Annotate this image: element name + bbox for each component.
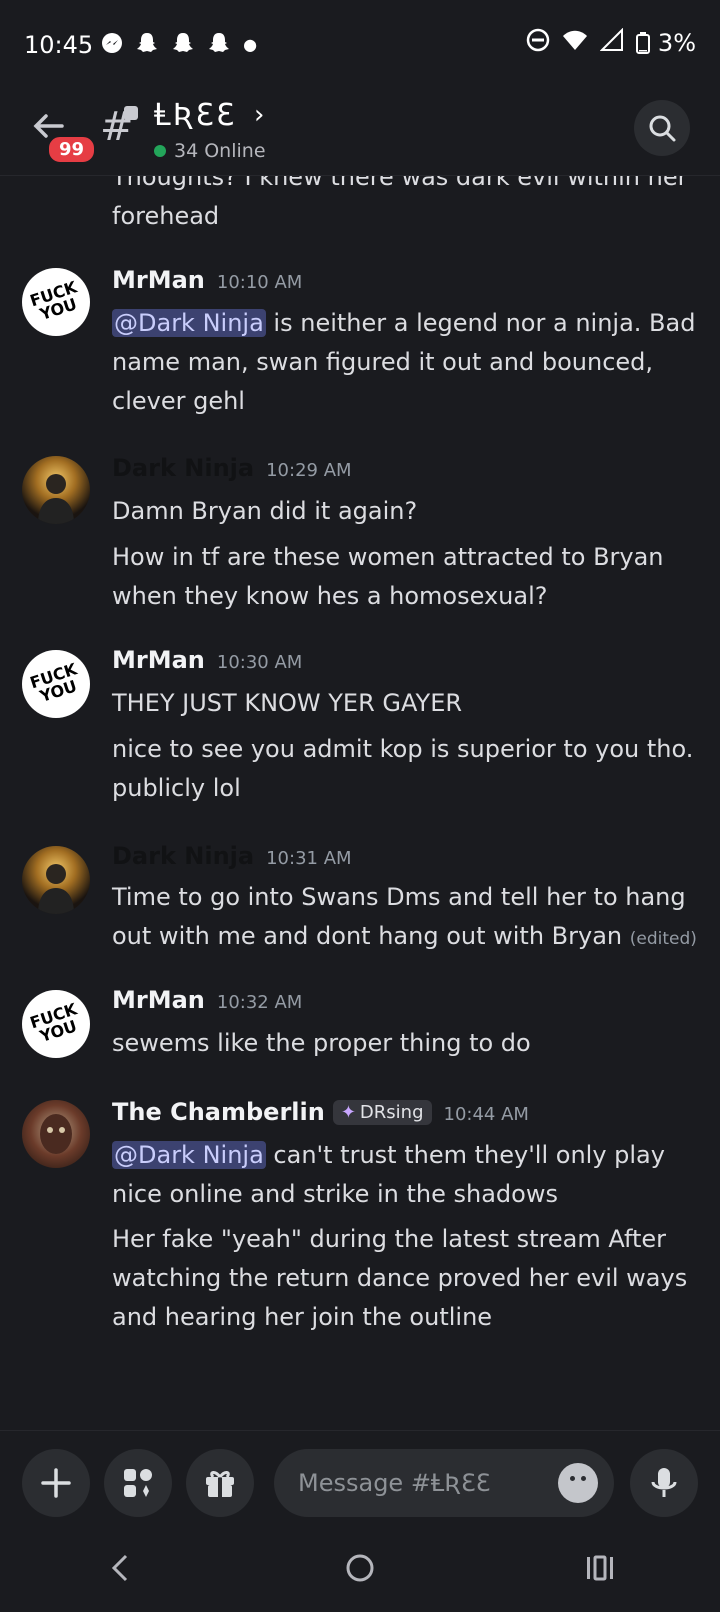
author-name[interactable]: MrMan	[112, 986, 205, 1014]
message-text: Time to go into Swans Dms and tell her t…	[112, 878, 702, 959]
battery-level: 3%	[636, 29, 696, 57]
diamond-icon: ✦	[340, 1102, 356, 1123]
online-dot	[154, 145, 166, 157]
gift-button[interactable]	[186, 1449, 254, 1517]
avatar[interactable]: FUCK YOU	[22, 268, 90, 336]
role-tag[interactable]: ✦ DRsing	[332, 1100, 432, 1125]
avatar[interactable]: FUCK YOU	[22, 650, 90, 718]
message-time: 10:29 AM	[266, 460, 352, 481]
snapchat-icon	[135, 31, 159, 60]
avatar[interactable]	[22, 846, 90, 914]
message-author[interactable]: Dark Ninja 10:31 AM	[112, 842, 352, 870]
message-text: sewems like the proper thing to do	[112, 1029, 531, 1057]
recents-icon	[587, 1555, 613, 1581]
avatar[interactable]	[22, 1100, 90, 1168]
message-text: @Dark Ninja is neither a legend nor a ni…	[112, 304, 702, 421]
system-nav-bar	[0, 1532, 720, 1612]
battery-text: 3%	[657, 29, 696, 57]
status-bar: 10:45 ● 3%	[0, 0, 720, 90]
home-circle-icon	[346, 1554, 374, 1582]
message-time: 10:32 AM	[216, 992, 303, 1013]
nav-recents-button[interactable]	[560, 1553, 640, 1591]
message-text: Damn Bryan did it again?	[112, 497, 418, 525]
composer-bar: Message #ⱠƦƐƐ	[0, 1430, 720, 1532]
user-mention[interactable]: @Dark Ninja	[112, 309, 266, 337]
plus-icon	[41, 1468, 71, 1498]
message-author[interactable]: MrMan 10:32 AM	[112, 986, 302, 1014]
edited-label: (edited)	[629, 929, 697, 949]
wifi-icon	[562, 29, 588, 57]
message-text: How in tf are these women attracted to B…	[112, 543, 664, 610]
message-author[interactable]: MrMan 10:30 AM	[112, 646, 302, 674]
message-author[interactable]: Dark Ninja 10:29 AM	[112, 454, 352, 482]
message-time: 10:10 AM	[216, 272, 303, 293]
message-list[interactable]: Thoughts? I knew there was dark evil wit…	[0, 176, 720, 1430]
snapchat-icon	[207, 31, 231, 60]
search-button[interactable]	[634, 100, 690, 156]
person-icon	[38, 474, 74, 524]
chevron-left-icon	[111, 1554, 128, 1582]
avatar[interactable]	[22, 456, 90, 524]
signal-icon	[599, 27, 624, 58]
author-name[interactable]: The Chamberlin	[112, 1098, 325, 1126]
author-name[interactable]: MrMan	[112, 646, 205, 674]
messenger-icon	[101, 32, 123, 59]
message-time: 10:31 AM	[266, 848, 352, 869]
channel-name[interactable]: ⱠƦƐƐ	[154, 98, 236, 133]
message-author[interactable]: MrMan 10:10 AM	[112, 266, 302, 294]
message-text: Her fake "yeah" during the latest stream…	[112, 1225, 688, 1331]
author-name[interactable]: MrMan	[112, 266, 205, 294]
message-body: Time to go into Swans Dms and tell her t…	[112, 883, 686, 950]
search-icon	[649, 115, 676, 142]
lock-icon	[124, 106, 138, 120]
nav-home-button[interactable]	[320, 1552, 400, 1592]
add-button[interactable]	[22, 1449, 90, 1517]
avatar-text: FUCK YOU	[27, 277, 80, 324]
author-name[interactable]: Dark Ninja	[112, 842, 254, 870]
chevron-right-icon[interactable]: ›	[254, 100, 264, 130]
notification-icons: ●	[101, 31, 257, 60]
user-mention[interactable]: @Dark Ninja	[112, 1141, 266, 1169]
message-text: nice to see you admit kop is superior to…	[112, 735, 694, 802]
message-input[interactable]: Message #ⱠƦƐƐ	[274, 1449, 614, 1517]
person-icon	[38, 864, 74, 914]
online-count: 34 Online	[174, 140, 266, 162]
message-time: 10:44 AM	[443, 1104, 529, 1125]
role-tag-label: DRsing	[359, 1102, 424, 1123]
avatar[interactable]: FUCK YOU	[22, 990, 90, 1058]
message-text: Thoughts? I knew there was dark evil wit…	[112, 176, 688, 230]
nav-back-button[interactable]	[80, 1553, 160, 1591]
voice-button[interactable]	[630, 1449, 698, 1517]
avatar-text: FUCK YOU	[27, 659, 80, 706]
message-text: @Dark Ninja can't trust them they'll onl…	[112, 1136, 702, 1214]
snapchat-icon	[171, 31, 195, 60]
message-text: THEY JUST KNOW YER GAYER	[112, 689, 463, 717]
message-author[interactable]: The Chamberlin ✦ DRsing 10:44 AM	[112, 1098, 529, 1126]
apps-button[interactable]	[104, 1449, 172, 1517]
avatar-text: FUCK YOU	[27, 999, 80, 1046]
gift-icon	[206, 1471, 234, 1497]
channel-header: 99 # ⱠƦƐƐ › 34 Online	[0, 90, 720, 176]
dnd-icon	[526, 28, 550, 58]
status-right: 3%	[526, 27, 696, 58]
unread-badge: 99	[46, 134, 98, 165]
dot-icon: ●	[243, 35, 258, 54]
apps-icon	[124, 1469, 152, 1497]
emoji-button[interactable]	[558, 1463, 598, 1503]
message-time: 10:30 AM	[216, 652, 303, 673]
status-time: 10:45	[24, 31, 94, 59]
message-placeholder: Message #ⱠƦƐƐ	[298, 1469, 491, 1497]
microphone-icon	[651, 1468, 677, 1497]
author-name[interactable]: Dark Ninja	[112, 454, 254, 482]
online-status: 34 Online	[154, 140, 266, 162]
creature-icon	[40, 1114, 72, 1154]
